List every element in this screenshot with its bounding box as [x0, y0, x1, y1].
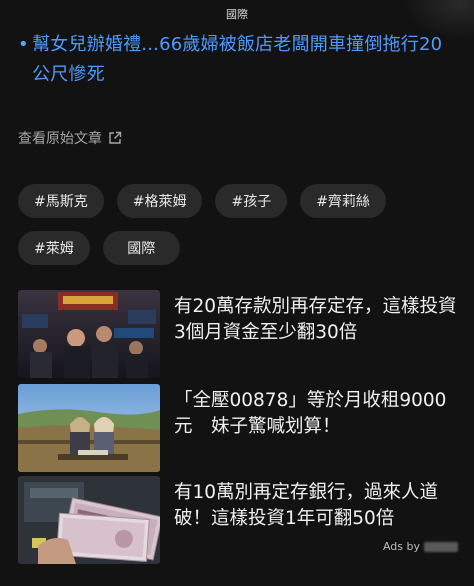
- ads-attribution[interactable]: Ads by: [383, 540, 458, 553]
- ad-thumbnail-trading-floor[interactable]: [18, 290, 160, 378]
- view-original-article-link[interactable]: 查看原始文章: [18, 128, 122, 148]
- view-original-article-label: 查看原始文章: [18, 131, 102, 147]
- tag-grimes[interactable]: #格萊姆: [116, 184, 203, 218]
- tag-shivon-zilis[interactable]: #齊莉絲: [300, 184, 386, 218]
- related-article-item[interactable]: • 幫女兒辦婚禮...66歲婦被飯店老闆開車撞倒拖行20公尺慘死: [18, 30, 458, 90]
- ad-thumbnail-countryside[interactable]: [18, 384, 160, 472]
- top-bar: 國際: [0, 0, 474, 26]
- external-link-icon: [108, 131, 122, 145]
- tag-musk[interactable]: #馬斯克: [18, 184, 104, 218]
- ad-headline[interactable]: 「全壓00878」等於月收租9000元 妹子驚喊划算！: [174, 388, 458, 440]
- ad-thumbnail-atm-cash[interactable]: [18, 476, 160, 564]
- tag-international[interactable]: 國際: [102, 231, 180, 265]
- tag-list: #馬斯克 #格萊姆 #孩子 #齊莉絲 #萊姆 國際: [18, 184, 458, 265]
- ad-headline[interactable]: 有10萬別再定存銀行，過來人道破！這樣投資1年可翻50倍: [174, 480, 458, 532]
- section-title: 國際: [226, 8, 248, 21]
- ad-network-logo: [424, 541, 458, 552]
- tag-children[interactable]: #孩子: [215, 184, 288, 218]
- ads-by-label: Ads by: [382, 540, 420, 553]
- related-article-link[interactable]: 幫女兒辦婚禮...66歲婦被飯店老闆開車撞倒拖行20公尺慘死: [32, 30, 458, 90]
- tag-lime[interactable]: #萊姆: [18, 231, 90, 265]
- ad-item[interactable]: 「全壓00878」等於月收租9000元 妹子驚喊划算！: [18, 384, 458, 472]
- ad-item[interactable]: 有20萬存款別再存定存，這樣投資3個月資金至少翻30倍: [18, 290, 458, 378]
- bullet-icon: •: [18, 34, 29, 55]
- ad-headline[interactable]: 有20萬存款別再存定存，這樣投資3個月資金至少翻30倍: [174, 294, 458, 346]
